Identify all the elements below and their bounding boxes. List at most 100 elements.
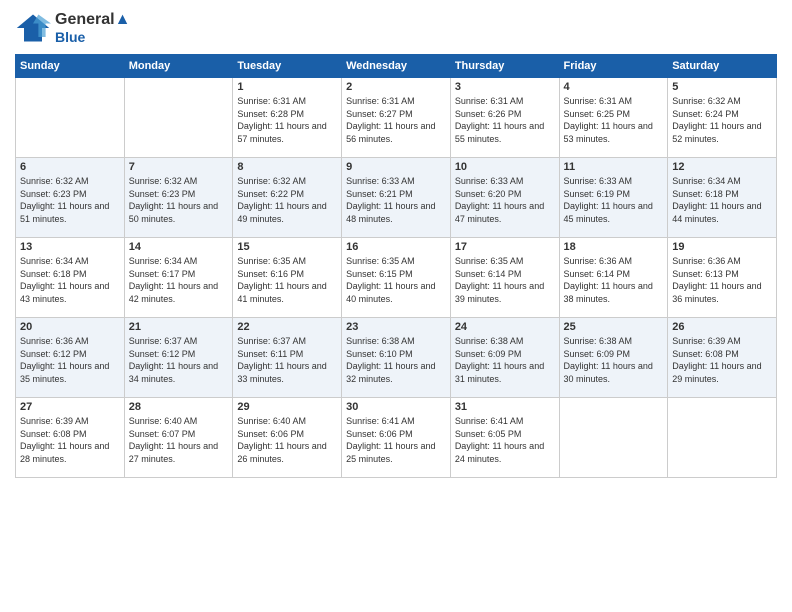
weekday-header-saturday: Saturday (668, 55, 777, 78)
day-number: 7 (129, 161, 229, 173)
day-info: Sunrise: 6:34 AMSunset: 6:18 PMDaylight:… (20, 255, 120, 305)
day-number: 21 (129, 321, 229, 333)
weekday-header-tuesday: Tuesday (233, 55, 342, 78)
day-number: 24 (455, 321, 555, 333)
day-number: 18 (564, 241, 664, 253)
day-number: 16 (346, 241, 446, 253)
calendar-cell: 20 Sunrise: 6:36 AMSunset: 6:12 PMDayligh… (16, 318, 125, 398)
day-info: Sunrise: 6:38 AMSunset: 6:09 PMDaylight:… (455, 335, 555, 385)
day-number: 1 (237, 81, 337, 93)
day-info: Sunrise: 6:32 AMSunset: 6:24 PMDaylight:… (672, 95, 772, 145)
calendar-cell: 1 Sunrise: 6:31 AMSunset: 6:28 PMDaylight… (233, 78, 342, 158)
calendar-cell (559, 398, 668, 478)
day-number: 17 (455, 241, 555, 253)
day-number: 3 (455, 81, 555, 93)
calendar-cell: 10 Sunrise: 6:33 AMSunset: 6:20 PMDayligh… (450, 158, 559, 238)
logo-icon (15, 10, 51, 46)
calendar-cell (16, 78, 125, 158)
day-info: Sunrise: 6:36 AMSunset: 6:13 PMDaylight:… (672, 255, 772, 305)
calendar-cell: 25 Sunrise: 6:38 AMSunset: 6:09 PMDayligh… (559, 318, 668, 398)
weekday-header-wednesday: Wednesday (342, 55, 451, 78)
calendar-cell: 7 Sunrise: 6:32 AMSunset: 6:23 PMDaylight… (124, 158, 233, 238)
day-info: Sunrise: 6:32 AMSunset: 6:22 PMDaylight:… (237, 175, 337, 225)
day-number: 26 (672, 321, 772, 333)
day-info: Sunrise: 6:38 AMSunset: 6:10 PMDaylight:… (346, 335, 446, 385)
calendar-cell: 13 Sunrise: 6:34 AMSunset: 6:18 PMDayligh… (16, 238, 125, 318)
day-number: 19 (672, 241, 772, 253)
calendar-cell: 14 Sunrise: 6:34 AMSunset: 6:17 PMDayligh… (124, 238, 233, 318)
calendar-cell: 16 Sunrise: 6:35 AMSunset: 6:15 PMDayligh… (342, 238, 451, 318)
calendar-week-5: 27 Sunrise: 6:39 AMSunset: 6:08 PMDayligh… (16, 398, 777, 478)
calendar-cell: 6 Sunrise: 6:32 AMSunset: 6:23 PMDaylight… (16, 158, 125, 238)
day-number: 28 (129, 401, 229, 413)
day-number: 13 (20, 241, 120, 253)
day-number: 29 (237, 401, 337, 413)
calendar-cell: 23 Sunrise: 6:38 AMSunset: 6:10 PMDayligh… (342, 318, 451, 398)
calendar-cell: 17 Sunrise: 6:35 AMSunset: 6:14 PMDayligh… (450, 238, 559, 318)
day-info: Sunrise: 6:33 AMSunset: 6:20 PMDaylight:… (455, 175, 555, 225)
day-number: 8 (237, 161, 337, 173)
day-number: 6 (20, 161, 120, 173)
calendar-cell: 11 Sunrise: 6:33 AMSunset: 6:19 PMDayligh… (559, 158, 668, 238)
calendar-week-2: 6 Sunrise: 6:32 AMSunset: 6:23 PMDaylight… (16, 158, 777, 238)
calendar-cell: 22Sunrise: 6:37 AMSunset: 6:11 PMDayligh… (233, 318, 342, 398)
weekday-header-thursday: Thursday (450, 55, 559, 78)
calendar-cell: 28 Sunrise: 6:40 AMSunset: 6:07 PMDayligh… (124, 398, 233, 478)
page: General▲ Blue SundayMondayTuesdayWednesd… (0, 0, 792, 612)
calendar-cell: 3 Sunrise: 6:31 AMSunset: 6:26 PMDaylight… (450, 78, 559, 158)
day-info: Sunrise: 6:31 AMSunset: 6:25 PMDaylight:… (564, 95, 664, 145)
logo-area: General▲ Blue (15, 10, 130, 46)
day-info: Sunrise: 6:35 AMSunset: 6:14 PMDaylight:… (455, 255, 555, 305)
calendar-cell: 2 Sunrise: 6:31 AMSunset: 6:27 PMDaylight… (342, 78, 451, 158)
day-info: Sunrise: 6:41 AMSunset: 6:05 PMDaylight:… (455, 415, 555, 465)
day-number: 12 (672, 161, 772, 173)
day-info: Sunrise: 6:33 AMSunset: 6:19 PMDaylight:… (564, 175, 664, 225)
day-number: 10 (455, 161, 555, 173)
day-number: 14 (129, 241, 229, 253)
day-number: 9 (346, 161, 446, 173)
day-info: Sunrise: 6:32 AMSunset: 6:23 PMDaylight:… (129, 175, 229, 225)
day-number: 20 (20, 321, 120, 333)
logo-text: General▲ Blue (55, 11, 130, 45)
day-info: Sunrise: 6:39 AMSunset: 6:08 PMDaylight:… (20, 415, 120, 465)
day-number: 27 (20, 401, 120, 413)
calendar-cell: 4 Sunrise: 6:31 AMSunset: 6:25 PMDaylight… (559, 78, 668, 158)
day-info: Sunrise: 6:35 AMSunset: 6:15 PMDaylight:… (346, 255, 446, 305)
day-info: Sunrise: 6:31 AMSunset: 6:27 PMDaylight:… (346, 95, 446, 145)
calendar-week-3: 13 Sunrise: 6:34 AMSunset: 6:18 PMDayligh… (16, 238, 777, 318)
day-info: Sunrise: 6:34 AMSunset: 6:17 PMDaylight:… (129, 255, 229, 305)
day-info: Sunrise: 6:39 AMSunset: 6:08 PMDaylight:… (672, 335, 772, 385)
calendar-cell: 9 Sunrise: 6:33 AMSunset: 6:21 PMDaylight… (342, 158, 451, 238)
calendar-cell: 29 Sunrise: 6:40 AMSunset: 6:06 PMDayligh… (233, 398, 342, 478)
calendar-cell: 30Sunrise: 6:41 AMSunset: 6:06 PMDayligh… (342, 398, 451, 478)
weekday-header-monday: Monday (124, 55, 233, 78)
weekday-header-sunday: Sunday (16, 55, 125, 78)
day-info: Sunrise: 6:31 AMSunset: 6:28 PMDaylight:… (237, 95, 337, 145)
calendar-cell: 15Sunrise: 6:35 AMSunset: 6:16 PMDayligh… (233, 238, 342, 318)
day-info: Sunrise: 6:40 AMSunset: 6:06 PMDaylight:… (237, 415, 337, 465)
day-number: 31 (455, 401, 555, 413)
calendar-cell (124, 78, 233, 158)
calendar-week-4: 20 Sunrise: 6:36 AMSunset: 6:12 PMDayligh… (16, 318, 777, 398)
calendar-cell: 18 Sunrise: 6:36 AMSunset: 6:14 PMDayligh… (559, 238, 668, 318)
day-number: 11 (564, 161, 664, 173)
day-info: Sunrise: 6:36 AMSunset: 6:14 PMDaylight:… (564, 255, 664, 305)
day-number: 25 (564, 321, 664, 333)
day-info: Sunrise: 6:37 AMSunset: 6:11 PMDaylight:… (237, 335, 337, 385)
day-number: 4 (564, 81, 664, 93)
day-info: Sunrise: 6:40 AMSunset: 6:07 PMDaylight:… (129, 415, 229, 465)
day-number: 23 (346, 321, 446, 333)
header: General▲ Blue (15, 10, 777, 46)
calendar-cell: 31 Sunrise: 6:41 AMSunset: 6:05 PMDayligh… (450, 398, 559, 478)
day-info: Sunrise: 6:38 AMSunset: 6:09 PMDaylight:… (564, 335, 664, 385)
calendar-cell: 27 Sunrise: 6:39 AMSunset: 6:08 PMDayligh… (16, 398, 125, 478)
day-info: Sunrise: 6:33 AMSunset: 6:21 PMDaylight:… (346, 175, 446, 225)
day-info: Sunrise: 6:41 AMSunset: 6:06 PMDaylight:… (346, 415, 446, 465)
day-info: Sunrise: 6:32 AMSunset: 6:23 PMDaylight:… (20, 175, 120, 225)
day-info: Sunrise: 6:35 AMSunset: 6:16 PMDaylight:… (237, 255, 337, 305)
day-info: Sunrise: 6:34 AMSunset: 6:18 PMDaylight:… (672, 175, 772, 225)
calendar-cell: 21Sunrise: 6:37 AMSunset: 6:12 PMDayligh… (124, 318, 233, 398)
day-info: Sunrise: 6:36 AMSunset: 6:12 PMDaylight:… (20, 335, 120, 385)
day-info: Sunrise: 6:31 AMSunset: 6:26 PMDaylight:… (455, 95, 555, 145)
day-number: 2 (346, 81, 446, 93)
